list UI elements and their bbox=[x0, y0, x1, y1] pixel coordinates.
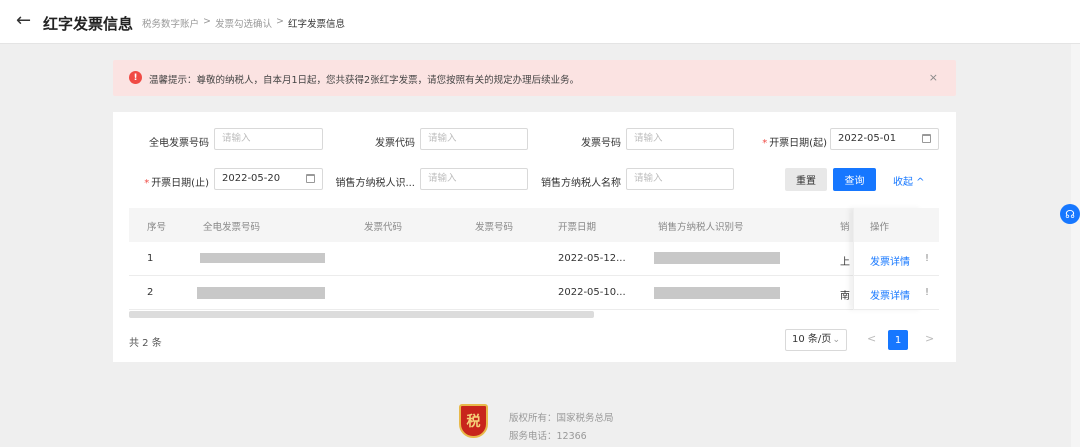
query-button[interactable]: 查询 bbox=[833, 168, 876, 191]
calendar-icon bbox=[922, 134, 931, 143]
top-bar: ← 红字发票信息 税务数字账户 > 发票勾选确认 > 红字发票信息 bbox=[0, 0, 1080, 44]
arrow-left-icon[interactable]: ← bbox=[16, 11, 31, 31]
next-page-button[interactable]: > bbox=[925, 332, 934, 345]
col-seller-tax-id: 销售方纳税人识别号 bbox=[658, 222, 744, 233]
redacted-invoice-no bbox=[197, 287, 325, 299]
invoice-code-input[interactable]: 请输入 bbox=[420, 128, 528, 150]
page-scrollbar[interactable] bbox=[1071, 44, 1080, 447]
redacted-seller-tax-id bbox=[654, 287, 780, 299]
notice-alert: ! 温馨提示：尊敬的纳税人，自本月1日起，您共获得2张红字发票，请您按照有关的规… bbox=[113, 60, 956, 96]
breadcrumb-item-current: 红字发票信息 bbox=[287, 19, 345, 30]
headset-icon[interactable]: ☊ bbox=[1060, 204, 1080, 224]
prev-page-button[interactable]: < bbox=[867, 332, 876, 345]
row-seller-name: 南 bbox=[840, 291, 850, 302]
reset-button[interactable]: 重置 bbox=[785, 168, 827, 191]
invoice-no-input[interactable]: 请输入 bbox=[626, 128, 734, 150]
row-issue-date: 2022-05-10... bbox=[558, 287, 626, 298]
row-index: 2 bbox=[147, 287, 154, 298]
close-icon[interactable]: × bbox=[929, 71, 938, 84]
col-seller-name: 销 bbox=[840, 222, 850, 233]
date-end-label: * 开票日期(止) bbox=[144, 178, 209, 189]
invoice-code-label: 发票代码 bbox=[375, 138, 415, 149]
col-invoice-no: 发票号码 bbox=[475, 222, 514, 233]
col-issue-date: 开票日期 bbox=[558, 222, 597, 233]
breadcrumb-separator: > bbox=[203, 16, 211, 27]
breadcrumb-separator: > bbox=[276, 16, 284, 27]
col-invoice-code: 发票代码 bbox=[364, 222, 403, 233]
date-end-picker[interactable]: 2022-05-20 bbox=[214, 168, 323, 190]
page-size-select[interactable]: 10 条/页 ⌄ bbox=[785, 329, 847, 351]
row-issue-date: 2022-05-12... bbox=[558, 253, 626, 264]
page-title: 红字发票信息 bbox=[43, 15, 134, 33]
tax-bureau-logo: 税 bbox=[459, 404, 488, 438]
warning-icon: ! bbox=[129, 71, 142, 84]
row-seller-name: 上 bbox=[840, 257, 850, 268]
row-index: 1 bbox=[147, 253, 154, 264]
footer-hotline: 服务电话：12366 bbox=[509, 431, 587, 442]
col-index: 序号 bbox=[147, 222, 167, 233]
date-start-value: 2022-05-01 bbox=[838, 133, 897, 144]
table-row: 1 2022-05-12... 上 发票详情 ! bbox=[129, 242, 939, 276]
col-full-invoice-no: 全电发票号码 bbox=[203, 222, 261, 233]
breadcrumb-item-selection[interactable]: 发票勾选确认 bbox=[215, 16, 272, 30]
date-start-picker[interactable]: 2022-05-01 bbox=[830, 128, 939, 150]
redacted-invoice-no bbox=[200, 253, 325, 263]
page-number-button[interactable]: 1 bbox=[888, 330, 908, 350]
seller-name-input[interactable]: 请输入 bbox=[626, 168, 734, 190]
seller-tax-id-input[interactable]: 请输入 bbox=[420, 168, 528, 190]
table-row: 2 2022-05-10... 南 发票详情 ! bbox=[129, 276, 939, 310]
breadcrumb-item-account[interactable]: 税务数字账户 bbox=[142, 16, 199, 30]
seller-name-label: 销售方纳税人名称 bbox=[541, 178, 621, 189]
chevron-down-icon: ⌄ bbox=[832, 335, 840, 345]
invoice-no-label: 发票号码 bbox=[581, 138, 621, 149]
redacted-seller-tax-id bbox=[654, 252, 780, 264]
row-extra: ! bbox=[925, 287, 930, 298]
fixed-action-column-shadow bbox=[853, 208, 923, 310]
row-extra: ! bbox=[925, 253, 930, 264]
collapse-link[interactable]: 收起 ^ bbox=[893, 173, 925, 188]
page-size-value: 10 条/页 bbox=[792, 334, 832, 345]
date-start-label: * 开票日期(起) bbox=[762, 138, 827, 149]
calendar-icon bbox=[306, 174, 315, 183]
footer-copyright: 版权所有：国家税务总局 bbox=[509, 413, 614, 424]
query-card: 全电发票号码 请输入 发票代码 请输入 发票号码 请输入 * 开票日期(起) 20… bbox=[113, 112, 956, 362]
seller-tax-id-label: 销售方纳税人识... bbox=[335, 178, 415, 189]
table-header: 序号 全电发票号码 发票代码 发票号码 开票日期 销售方纳税人识别号 销 操作 bbox=[129, 208, 939, 242]
table-horizontal-scrollbar[interactable] bbox=[129, 311, 594, 318]
alert-text: 温馨提示：尊敬的纳税人，自本月1日起，您共获得2张红字发票，请您按照有关的规定办… bbox=[149, 75, 580, 86]
breadcrumb: 税务数字账户 > 发票勾选确认 > 红字发票信息 bbox=[142, 16, 345, 30]
date-end-value: 2022-05-20 bbox=[222, 173, 281, 184]
full-invoice-no-input[interactable]: 请输入 bbox=[214, 128, 323, 150]
full-invoice-no-label: 全电发票号码 bbox=[149, 138, 209, 149]
total-count: 共 2 条 bbox=[129, 338, 162, 349]
